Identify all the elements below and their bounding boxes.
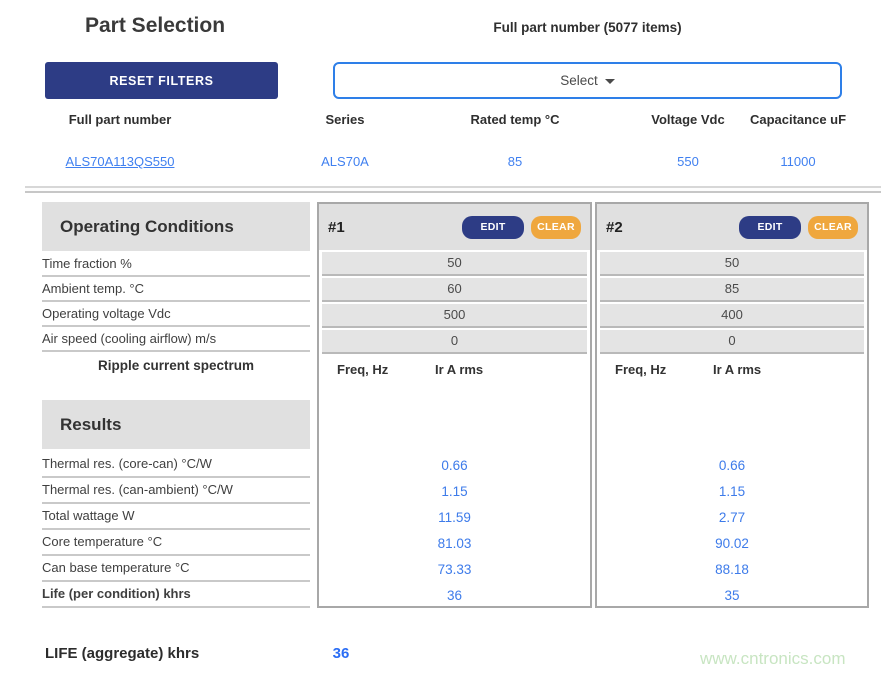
column-header-capacitance: Capacitance uF — [737, 112, 859, 127]
time-fraction-input[interactable]: 50 — [322, 252, 587, 276]
label-life-per-condition: Life (per condition) khrs — [42, 582, 310, 608]
operating-voltage-input[interactable]: 500 — [322, 304, 587, 328]
clear-button[interactable]: CLEAR — [808, 216, 858, 239]
condition-panel-2: #2 EDIT CLEAR 50 85 400 0 Freq, Hz Ir A … — [595, 202, 869, 608]
condition-1-header: #1 EDIT CLEAR — [319, 204, 590, 250]
thermal-res-can-ambient-value: 1.15 — [319, 480, 590, 506]
column-header-voltage: Voltage Vdc — [622, 112, 754, 127]
column-header-full-part-number: Full part number — [30, 112, 210, 127]
thermal-res-core-can-value: 0.66 — [597, 454, 867, 480]
total-wattage-value: 11.59 — [319, 506, 590, 532]
part-selection-page: Part Selection Full part number (5077 it… — [0, 0, 886, 682]
label-air-speed: Air speed (cooling airflow) m/s — [42, 327, 310, 352]
condition-panel-1: #1 EDIT CLEAR 50 60 500 0 Freq, Hz Ir A … — [317, 202, 592, 608]
ambient-temp-input[interactable]: 60 — [322, 278, 587, 302]
condition-1-id: #1 — [328, 219, 462, 236]
column-header-series: Series — [285, 112, 405, 127]
label-ambient-temp: Ambient temp. °C — [42, 277, 310, 302]
part-number-link[interactable]: ALS70A113QS550 — [66, 154, 175, 169]
life-aggregate-label: LIFE (aggregate) khrs — [45, 645, 199, 662]
life-per-condition-value: 35 — [597, 584, 867, 610]
core-temperature-value: 81.03 — [319, 532, 590, 558]
column-header-rated-temp: Rated temp °C — [440, 112, 590, 127]
section-divider — [25, 186, 881, 193]
page-title: Part Selection — [85, 14, 225, 38]
rated-temp-value: 85 — [440, 154, 590, 169]
full-part-number-count-header: Full part number (5077 items) — [333, 20, 842, 35]
edit-button[interactable]: EDIT — [462, 216, 524, 239]
time-fraction-input[interactable]: 50 — [600, 252, 864, 276]
life-aggregate-value: 36 — [301, 645, 381, 662]
clear-button[interactable]: CLEAR — [531, 216, 581, 239]
label-operating-voltage: Operating voltage Vdc — [42, 302, 310, 327]
label-thermal-res-can-ambient: Thermal res. (can-ambient) °C/W — [42, 478, 310, 504]
select-label: Select — [560, 73, 598, 88]
total-wattage-value: 2.77 — [597, 506, 867, 532]
capacitance-value: 11000 — [737, 154, 859, 169]
thermal-res-core-can-value: 0.66 — [319, 454, 590, 480]
freq-header: Freq, Hz — [337, 362, 388, 377]
results-header: Results — [42, 400, 310, 449]
air-speed-input[interactable]: 0 — [600, 330, 864, 354]
air-speed-input[interactable]: 0 — [322, 330, 587, 354]
ir-header: Ir A rms — [435, 362, 483, 377]
label-thermal-res-core-can: Thermal res. (core-can) °C/W — [42, 452, 310, 478]
series-value: ALS70A — [285, 154, 405, 169]
life-per-condition-value: 36 — [319, 584, 590, 610]
operating-conditions-header: Operating Conditions — [42, 202, 310, 251]
voltage-value: 550 — [622, 154, 754, 169]
thermal-res-can-ambient-value: 1.15 — [597, 480, 867, 506]
label-core-temperature: Core temperature °C — [42, 530, 310, 556]
condition-2-id: #2 — [606, 219, 739, 236]
label-total-wattage: Total wattage W — [42, 504, 310, 530]
condition-2-header: #2 EDIT CLEAR — [597, 204, 867, 250]
part-number-select-dropdown[interactable]: Select — [333, 62, 842, 99]
ir-header: Ir A rms — [713, 362, 761, 377]
ambient-temp-input[interactable]: 85 — [600, 278, 864, 302]
label-time-fraction: Time fraction % — [42, 252, 310, 277]
can-base-temperature-value: 88.18 — [597, 558, 867, 584]
operating-voltage-input[interactable]: 400 — [600, 304, 864, 328]
freq-header: Freq, Hz — [615, 362, 666, 377]
caret-down-icon — [605, 79, 615, 84]
label-can-base-temperature: Can base temperature °C — [42, 556, 310, 582]
table-row: ALS70A113QS550 — [30, 154, 210, 169]
can-base-temperature-value: 73.33 — [319, 558, 590, 584]
watermark: www.cntronics.com — [700, 649, 845, 669]
spectrum-column-headers: Freq, Hz Ir A rms — [319, 362, 590, 382]
spectrum-column-headers: Freq, Hz Ir A rms — [597, 362, 867, 382]
edit-button[interactable]: EDIT — [739, 216, 801, 239]
reset-filters-button[interactable]: RESET FILTERS — [45, 62, 278, 99]
core-temperature-value: 90.02 — [597, 532, 867, 558]
ripple-current-spectrum-label: Ripple current spectrum — [42, 358, 310, 373]
